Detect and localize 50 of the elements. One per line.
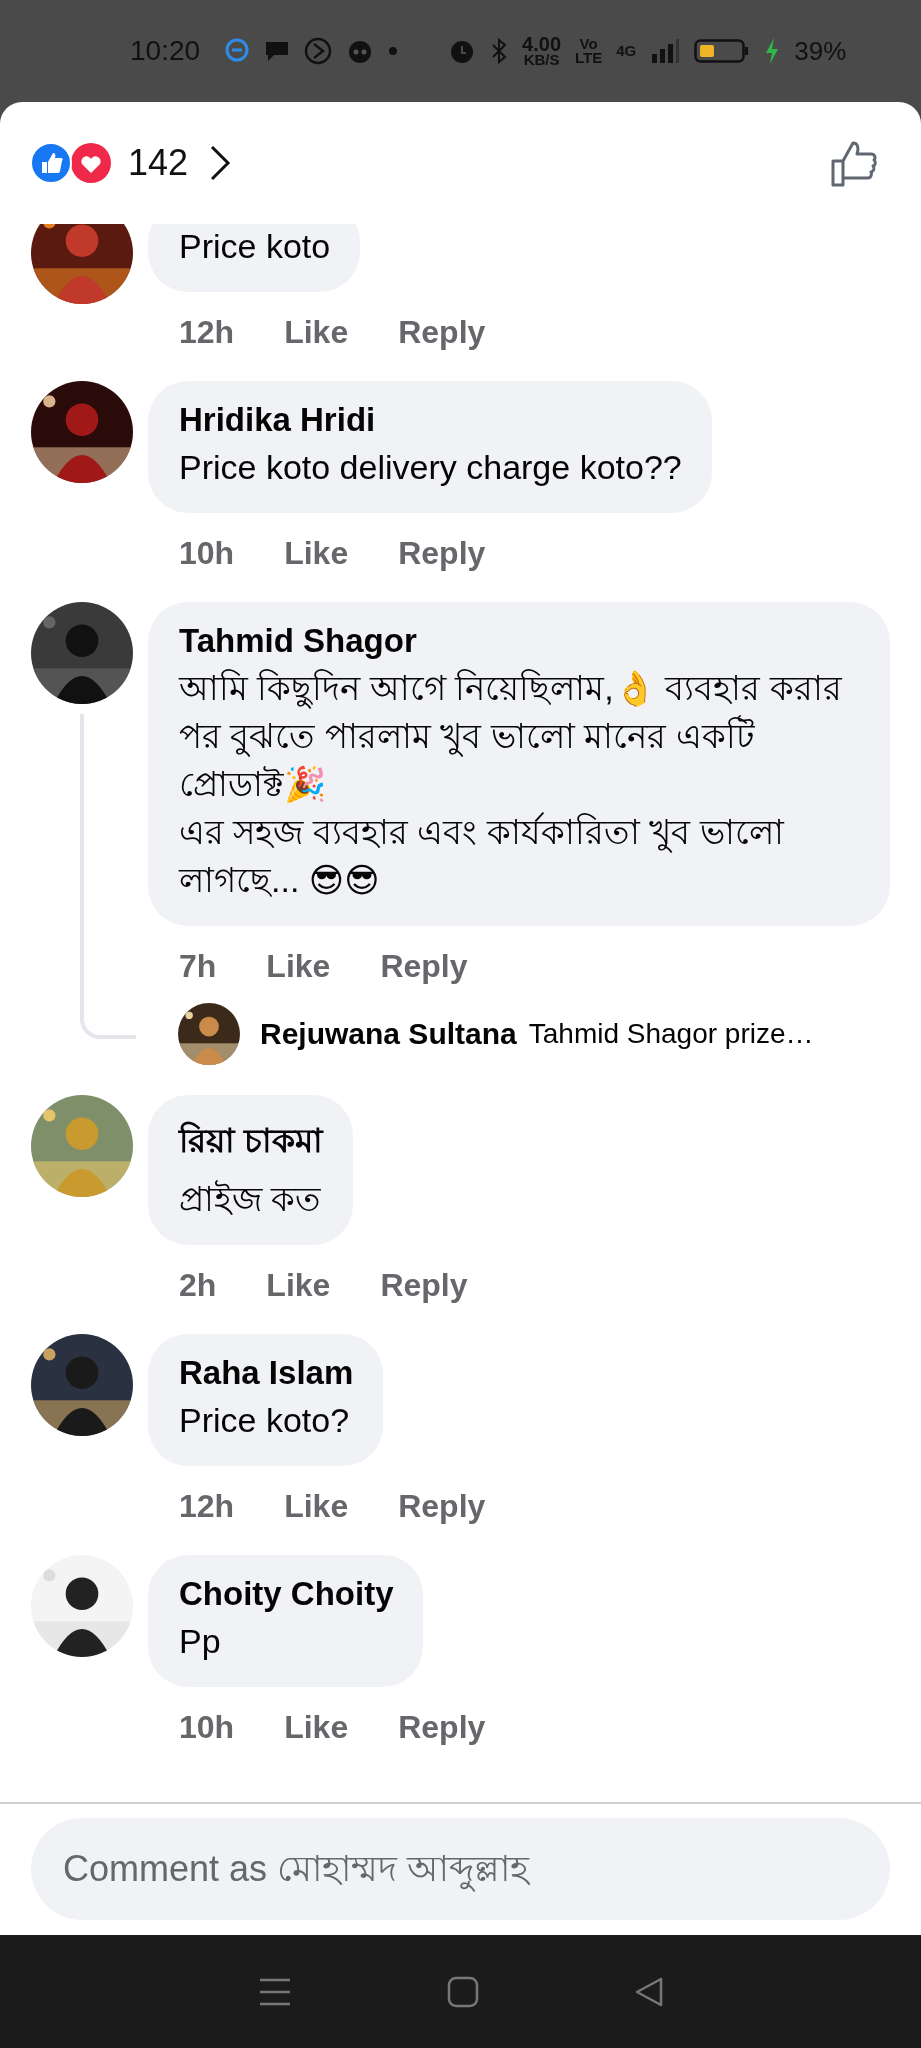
bluetooth-icon	[490, 37, 509, 65]
commenter-name[interactable]: Raha Islam	[179, 1354, 354, 1392]
comment-text: Price koto delivery charge koto??	[179, 447, 682, 488]
comment-input-field[interactable]: Comment as মোহাম্মদ আব্দুল্লাহ	[31, 1818, 890, 1920]
like-link[interactable]: Like	[284, 535, 349, 572]
comment-time: 10h	[179, 1709, 235, 1746]
menu-icon[interactable]	[257, 1976, 292, 2007]
comment-text: Price koto	[179, 226, 331, 267]
reply-link[interactable]: Reply	[398, 1709, 486, 1746]
message-icon	[264, 39, 291, 63]
reply-preview[interactable]: Tahmid Shagor prize…	[528, 1018, 814, 1050]
reply-link[interactable]: Reply	[398, 535, 486, 572]
comment-text: Pp	[179, 1621, 222, 1662]
reply-author[interactable]: Rejuwana Sultana	[260, 1017, 517, 1051]
network-speed: 4.00 KB/S	[522, 35, 561, 67]
dot-icon	[388, 46, 399, 56]
comment-time: 12h	[179, 1488, 235, 1525]
reply-link[interactable]: Reply	[398, 1488, 486, 1525]
comment-text: আমি কিছুদিন আগে নিয়েছিলাম,👌 ব্যবহার করার পর বুঝতে পারলাম খুব ভালো মানের একটি প্রোডাক্ট🎉 এর সহজ ব্যবহার এবং কার্যকারিতা খুব ভালো লাগছে... 😎😎	[179, 668, 843, 901]
battery-icon	[694, 37, 751, 65]
comment-time: 10h	[179, 535, 235, 572]
chat-icon	[224, 38, 251, 64]
like-link[interactable]: Like	[266, 948, 331, 985]
home-icon[interactable]	[446, 1975, 479, 2008]
reply-link[interactable]: Reply	[380, 1267, 468, 1304]
comment-text: প্রাইজ কত	[179, 1179, 323, 1220]
like-link[interactable]: Like	[284, 314, 349, 351]
comment-text: Price koto?	[179, 1400, 351, 1441]
reply-link[interactable]: Reply	[398, 314, 486, 351]
comment-time: 2h	[179, 1267, 217, 1304]
back-icon[interactable]	[633, 1975, 664, 2008]
network-type: 4G	[616, 44, 637, 58]
volte-label: Vo LTE	[575, 37, 603, 65]
like-link[interactable]: Like	[284, 1488, 349, 1525]
reaction-count[interactable]: 142	[128, 142, 189, 184]
commenter-name[interactable]: রিয়া চাকমা	[179, 1115, 324, 1171]
like-link[interactable]: Like	[284, 1709, 349, 1746]
commenter-name[interactable]: Choity Choity	[179, 1575, 394, 1613]
battery-percent: 39%	[794, 35, 847, 67]
commenter-name[interactable]: Hridika Hridi	[179, 401, 682, 439]
chevron-right-icon[interactable]	[208, 143, 233, 183]
charging-icon	[764, 37, 781, 65]
like-link[interactable]: Like	[266, 1267, 331, 1304]
comment-time: 7h	[179, 948, 217, 985]
comment-time: 12h	[179, 314, 235, 351]
signal-icon	[650, 38, 681, 64]
reply-link[interactable]: Reply	[380, 948, 468, 985]
play-icon	[304, 37, 333, 65]
commenter-name[interactable]: Tahmid Shagor	[179, 622, 860, 660]
status-time: 10:20	[130, 35, 201, 67]
